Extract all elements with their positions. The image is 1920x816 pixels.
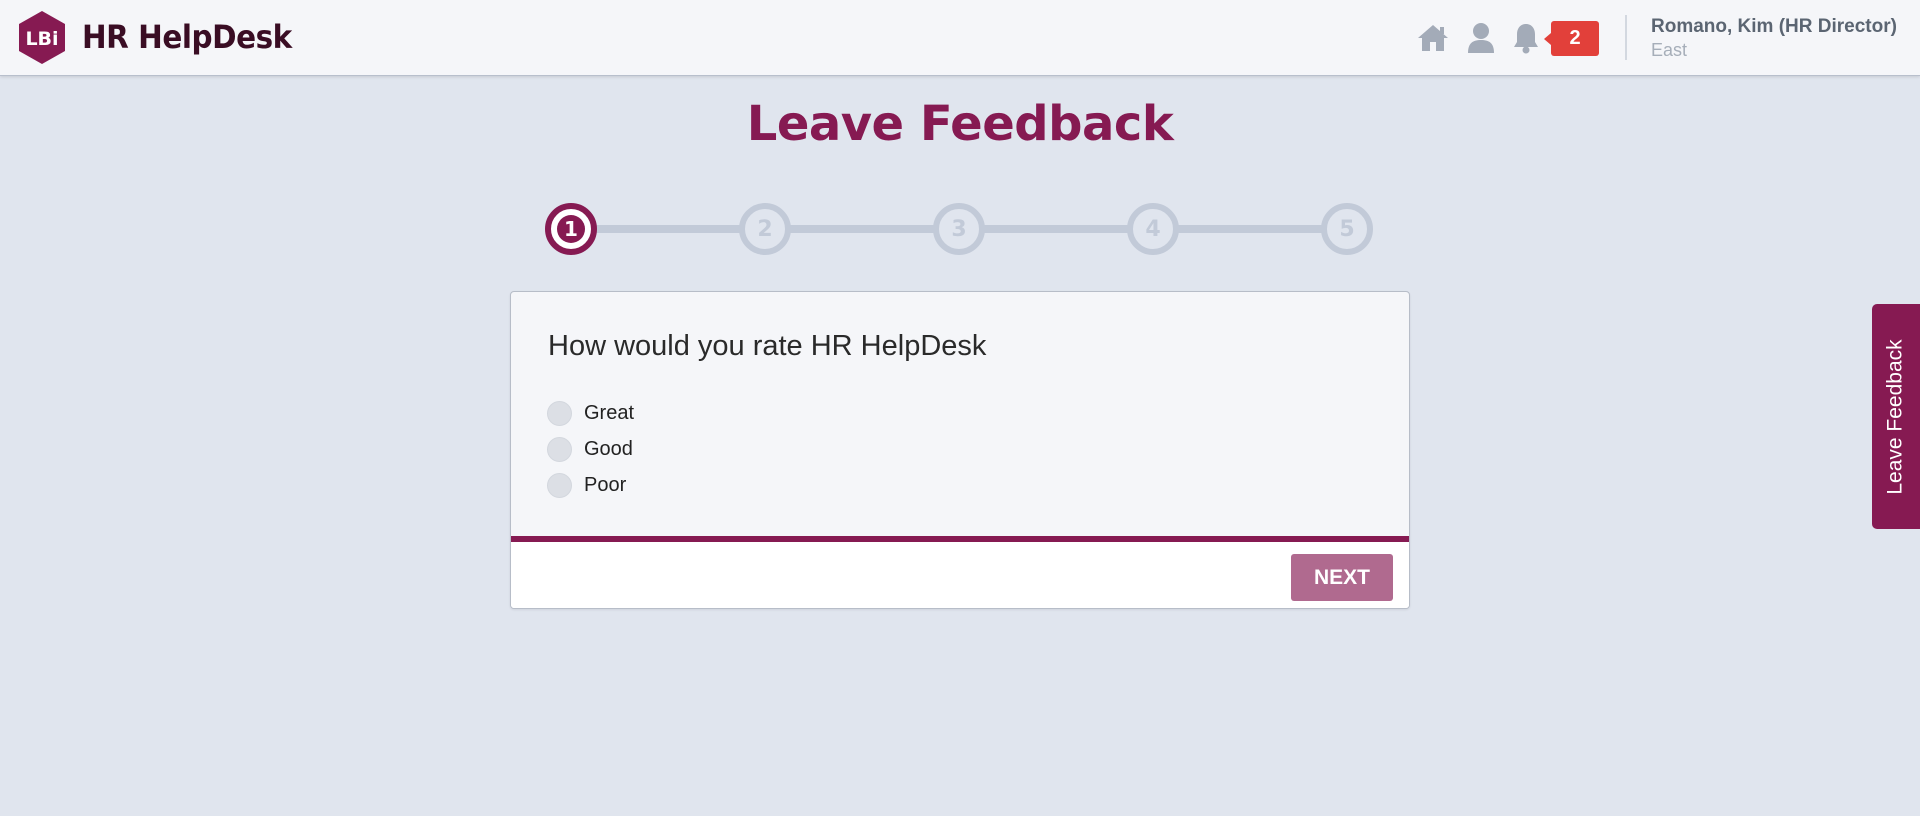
option-great[interactable]: Great (547, 399, 634, 427)
step-connector (1178, 225, 1338, 233)
step-3: 3 (933, 203, 985, 255)
step-4: 4 (1127, 203, 1179, 255)
option-label: Good (584, 437, 633, 460)
option-label: Poor (584, 473, 627, 496)
radio-great[interactable] (547, 400, 572, 426)
leave-feedback-side-tab[interactable]: Leave Feedback (1872, 304, 1920, 529)
next-button[interactable]: NEXT (1291, 554, 1393, 601)
radio-poor[interactable] (547, 472, 572, 498)
step-connector (984, 225, 1144, 233)
option-label: Great (584, 401, 635, 424)
option-good[interactable]: Good (547, 435, 633, 463)
step-connector (596, 225, 756, 233)
question-text: How would you rate HR HelpDesk (548, 330, 987, 362)
step-2: 2 (739, 203, 791, 255)
step-1: 1 (545, 203, 597, 255)
option-poor[interactable]: Poor (547, 471, 626, 499)
radio-good[interactable] (547, 436, 572, 462)
side-tab-label: Leave Feedback (1884, 338, 1907, 495)
step-5: 5 (1321, 203, 1373, 255)
card-footer: NEXT (511, 536, 1409, 608)
step-number: 1 (557, 215, 585, 243)
step-connector (790, 225, 950, 233)
feedback-card: How would you rate HR HelpDesk Great Goo… (510, 291, 1410, 609)
progress-stepper: 1 2 3 4 5 (0, 0, 1920, 260)
